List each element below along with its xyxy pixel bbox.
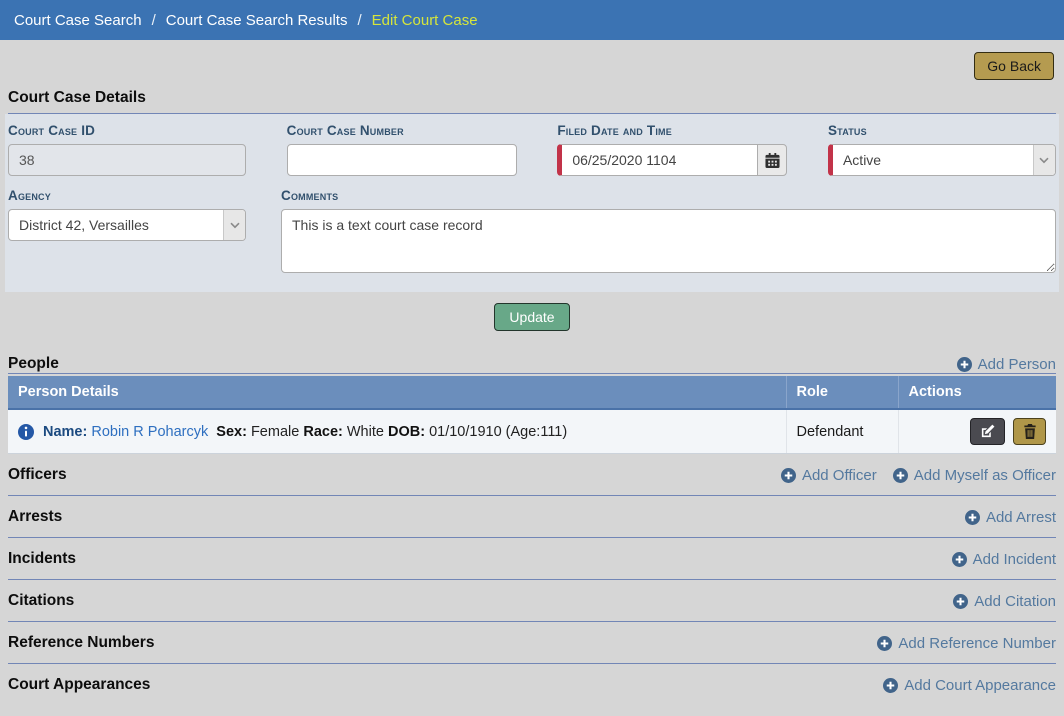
court-case-id-input xyxy=(8,144,246,176)
breadcrumb-separator: / xyxy=(357,12,361,29)
court-case-number-field-group: Court Case Number xyxy=(287,123,517,176)
add-court-appearance-label: Add Court Appearance xyxy=(904,677,1056,694)
name-label: Name: xyxy=(43,424,87,440)
section-citations: Citations Add Citation xyxy=(8,580,1056,622)
role-cell: Defendant xyxy=(786,409,898,454)
chevron-down-icon xyxy=(223,210,245,240)
court-case-details-panel: Court Case ID Court Case Number Filed Da… xyxy=(5,114,1059,292)
agency-field-group: Agency District 42, Versailles xyxy=(8,188,246,278)
section-arrests: Arrests Add Arrest xyxy=(8,496,1056,538)
add-person-label: Add Person xyxy=(978,356,1056,373)
race-value: White xyxy=(347,424,384,440)
breadcrumb-court-case-search[interactable]: Court Case Search xyxy=(14,12,142,29)
calendar-button[interactable] xyxy=(757,144,787,176)
delete-person-button[interactable] xyxy=(1013,418,1046,445)
add-citation-label: Add Citation xyxy=(974,593,1056,610)
reference-numbers-section-title: Reference Numbers xyxy=(8,634,154,652)
add-officer-label: Add Officer xyxy=(802,467,877,484)
table-row: Name: Robin R Poharcyk Sex: Female Race:… xyxy=(8,409,1056,454)
plus-circle-icon xyxy=(893,468,908,483)
citations-section-title: Citations xyxy=(8,592,74,610)
filed-date-field-group: Filed Date and Time xyxy=(557,123,787,176)
court-case-id-field-group: Court Case ID xyxy=(8,123,246,176)
plus-circle-icon xyxy=(965,510,980,525)
add-reference-number-label: Add Reference Number xyxy=(898,635,1056,652)
add-person-link[interactable]: Add Person xyxy=(957,356,1056,373)
status-selected-value: Active xyxy=(833,152,1033,168)
plus-circle-icon xyxy=(957,357,972,372)
divider xyxy=(8,373,1056,374)
add-incident-link[interactable]: Add Incident xyxy=(952,551,1056,568)
dob-value: 01/10/1910 (Age:111) xyxy=(429,424,567,440)
sex-label: Sex: xyxy=(216,424,247,440)
breadcrumb-edit-court-case: Edit Court Case xyxy=(372,12,478,29)
agency-select[interactable]: District 42, Versailles xyxy=(8,209,246,241)
filed-date-label: Filed Date and Time xyxy=(557,123,787,138)
agency-selected-value: District 42, Versailles xyxy=(9,217,223,233)
incidents-section-title: Incidents xyxy=(8,550,76,568)
dob-label: DOB: xyxy=(388,424,425,440)
header-person-details: Person Details xyxy=(8,376,786,409)
arrests-section-title: Arrests xyxy=(8,508,62,526)
add-officer-link[interactable]: Add Officer xyxy=(781,467,877,484)
comments-field-group: Comments This is a text court case recor… xyxy=(281,188,1056,278)
person-summary: Name: Robin R Poharcyk Sex: Female Race:… xyxy=(43,424,567,440)
section-officers: Officers Add Officer Add Myself as Offic… xyxy=(8,454,1056,496)
comments-textarea[interactable]: This is a text court case record xyxy=(281,209,1056,273)
calendar-icon xyxy=(765,153,780,168)
plus-circle-icon xyxy=(953,594,968,609)
person-name-link[interactable]: Robin R Poharcyk xyxy=(91,424,208,440)
status-field-group: Status Active xyxy=(828,123,1056,176)
section-incidents: Incidents Add Incident xyxy=(8,538,1056,580)
race-label: Race: xyxy=(303,424,343,440)
status-select[interactable]: Active xyxy=(828,144,1056,176)
status-label: Status xyxy=(828,123,1056,138)
breadcrumb-search-results[interactable]: Court Case Search Results xyxy=(166,12,348,29)
sex-value: Female xyxy=(251,424,299,440)
add-incident-label: Add Incident xyxy=(973,551,1056,568)
add-arrest-link[interactable]: Add Arrest xyxy=(965,509,1056,526)
breadcrumb: Court Case Search / Court Case Search Re… xyxy=(0,0,1064,40)
info-circle-icon[interactable] xyxy=(18,424,34,440)
plus-circle-icon xyxy=(952,552,967,567)
people-table-header-row: Person Details Role Actions xyxy=(8,376,1056,409)
add-citation-link[interactable]: Add Citation xyxy=(953,593,1056,610)
chevron-down-icon xyxy=(1033,145,1055,175)
add-myself-as-officer-link[interactable]: Add Myself as Officer xyxy=(893,467,1056,484)
breadcrumb-separator: / xyxy=(152,12,156,29)
comments-label: Comments xyxy=(281,188,1056,203)
plus-circle-icon xyxy=(877,636,892,651)
officers-section-title: Officers xyxy=(8,466,67,484)
add-myself-as-officer-label: Add Myself as Officer xyxy=(914,467,1056,484)
trash-icon xyxy=(1023,424,1037,439)
update-button[interactable]: Update xyxy=(494,303,569,331)
add-court-appearance-link[interactable]: Add Court Appearance xyxy=(883,677,1056,694)
header-actions: Actions xyxy=(898,376,1056,409)
court-appearances-section-title: Court Appearances xyxy=(8,676,150,694)
people-table: Person Details Role Actions Name: Robin … xyxy=(8,376,1056,454)
plus-circle-icon xyxy=(781,468,796,483)
page-title: Court Case Details xyxy=(8,89,1056,107)
agency-label: Agency xyxy=(8,188,246,203)
filed-date-input[interactable] xyxy=(557,144,757,176)
pencil-square-icon xyxy=(980,424,995,439)
court-case-id-label: Court Case ID xyxy=(8,123,246,138)
people-section-title: People xyxy=(8,355,59,373)
add-arrest-label: Add Arrest xyxy=(986,509,1056,526)
edit-person-button[interactable] xyxy=(970,418,1005,445)
header-role: Role xyxy=(786,376,898,409)
section-court-appearances: Court Appearances Add Court Appearance xyxy=(8,664,1056,705)
add-reference-number-link[interactable]: Add Reference Number xyxy=(877,635,1056,652)
go-back-button[interactable]: Go Back xyxy=(974,52,1054,80)
court-case-number-label: Court Case Number xyxy=(287,123,517,138)
plus-circle-icon xyxy=(883,678,898,693)
court-case-number-input[interactable] xyxy=(287,144,517,176)
section-reference-numbers: Reference Numbers Add Reference Number xyxy=(8,622,1056,664)
